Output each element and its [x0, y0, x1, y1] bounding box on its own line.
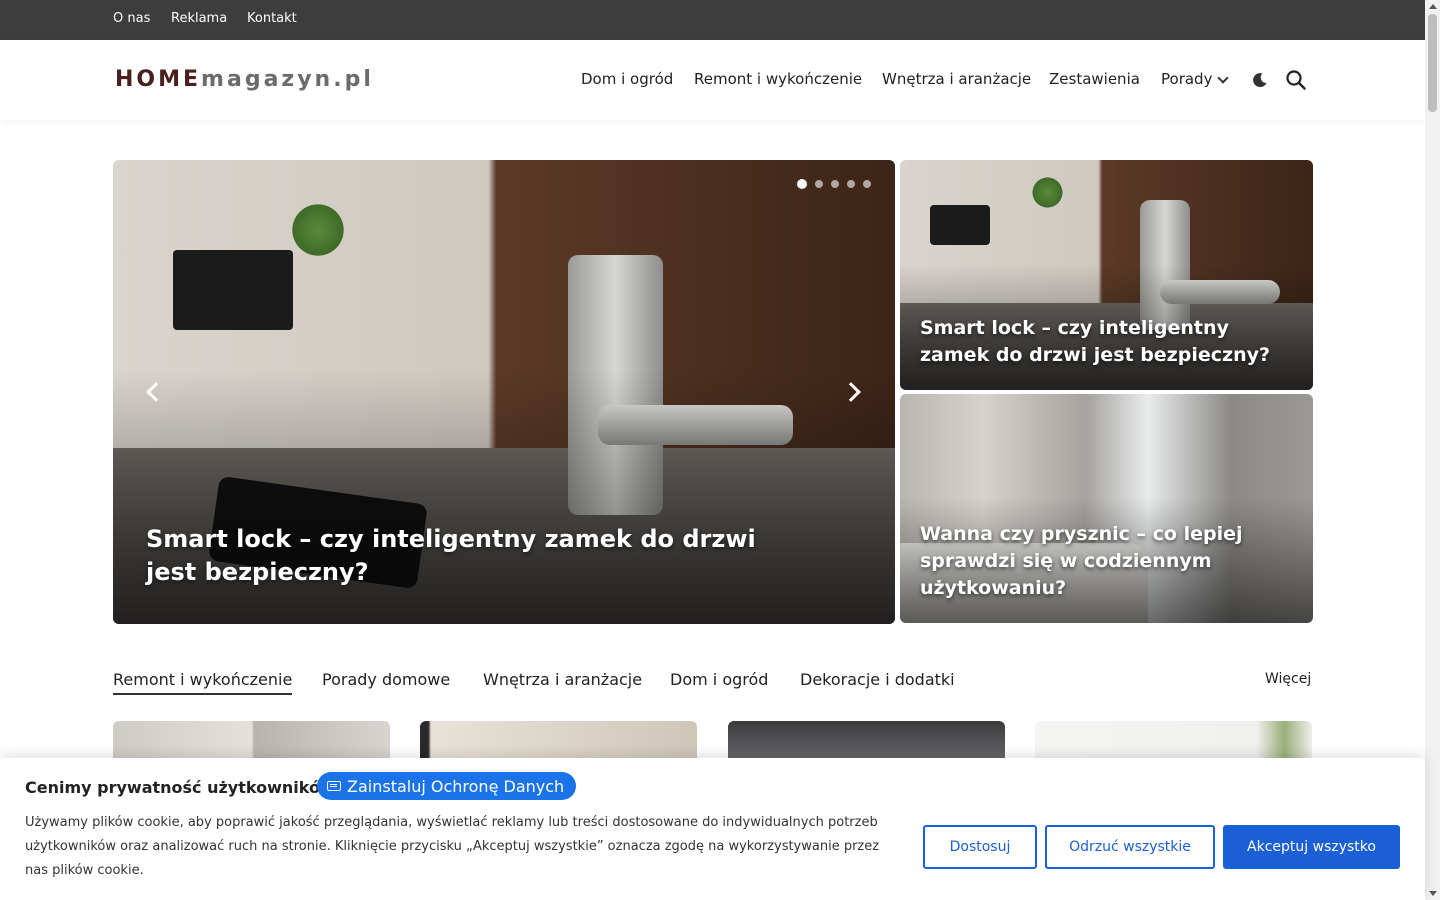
install-button-label: Zainstaluj Ochronę Danych [347, 776, 565, 796]
site-header: HOMEmagazyn.pl Dom i ogród Remont i wyko… [0, 40, 1425, 120]
scrollbar-thumb[interactable] [1428, 14, 1437, 112]
slider-dot-4[interactable] [847, 180, 855, 188]
hero-title[interactable]: Smart lock – czy inteligentny zamek do d… [146, 523, 786, 589]
cookie-title: Cenimy prywatność użytkowników [25, 778, 335, 797]
page-scrollbar[interactable] [1425, 0, 1440, 900]
reject-all-button[interactable]: Odrzuć wszystkie [1045, 825, 1215, 869]
tab-remont[interactable]: Remont i wykończenie [113, 670, 293, 695]
nav-item-zestawienia[interactable]: Zestawienia [1049, 70, 1140, 88]
slider-dot-1[interactable] [797, 179, 807, 189]
moon-icon[interactable] [1252, 72, 1268, 88]
slider-dot-3[interactable] [831, 180, 839, 188]
article-card-3[interactable] [728, 721, 1005, 761]
logo-part-home: HOME [115, 67, 202, 92]
article-card-4[interactable] [1035, 721, 1312, 761]
logo-part-magazyn: magazyn.pl [201, 67, 374, 92]
customize-button[interactable]: Dostosuj [923, 825, 1037, 869]
topbar-link-kontakt[interactable]: Kontakt [247, 11, 297, 26]
nav-item-dom-i-ogrod[interactable]: Dom i ogród [581, 70, 673, 88]
nav-item-remont[interactable]: Remont i wykończenie [694, 70, 862, 88]
topbar-link-reklama[interactable]: Reklama [171, 11, 227, 26]
side-card-wanna[interactable]: Wanna czy prysznic – co lepiej sprawdzi … [900, 394, 1313, 623]
cookie-consent-banner: Cenimy prywatność użytkowników Zainstalu… [0, 758, 1425, 900]
article-card-2[interactable] [420, 721, 697, 761]
nav-item-wnetrza[interactable]: Wnętrza i aranżacje [882, 70, 1031, 88]
top-bar: O nas Reklama Kontakt [0, 0, 1425, 40]
tab-dom-i-ogrod[interactable]: Dom i ogród [670, 670, 768, 689]
id-card-icon [327, 781, 341, 791]
site-logo[interactable]: HOMEmagazyn.pl [115, 67, 374, 92]
tab-more-link[interactable]: Więcej [1265, 671, 1311, 687]
slider-dot-2[interactable] [815, 180, 823, 188]
slider-dot-5[interactable] [863, 180, 871, 188]
hero-slider[interactable]: Smart lock – czy inteligentny zamek do d… [113, 160, 895, 624]
scroll-down-icon[interactable] [1429, 891, 1437, 896]
side-card-title[interactable]: Smart lock – czy inteligentny zamek do d… [920, 315, 1290, 369]
scroll-up-icon[interactable] [1429, 4, 1437, 9]
cookie-text: Używamy plików cookie, aby poprawić jako… [25, 815, 880, 878]
install-data-protection-button[interactable]: Zainstaluj Ochronę Danych [317, 772, 577, 800]
tab-wnetrza[interactable]: Wnętrza i aranżacje [483, 670, 642, 689]
side-card-title[interactable]: Wanna czy prysznic – co lepiej sprawdzi … [920, 521, 1260, 602]
article-card-1[interactable] [113, 721, 390, 761]
search-icon[interactable] [1286, 70, 1306, 90]
accept-all-button[interactable]: Akceptuj wszystko [1223, 825, 1400, 869]
tab-dekoracje[interactable]: Dekoracje i dodatki [800, 670, 955, 689]
nav-item-porady[interactable]: Porady [1161, 70, 1212, 88]
topbar-link-o-nas[interactable]: O nas [113, 11, 150, 26]
tab-porady-domowe[interactable]: Porady domowe [322, 670, 450, 689]
side-card-smart-lock[interactable]: Smart lock – czy inteligentny zamek do d… [900, 160, 1313, 390]
